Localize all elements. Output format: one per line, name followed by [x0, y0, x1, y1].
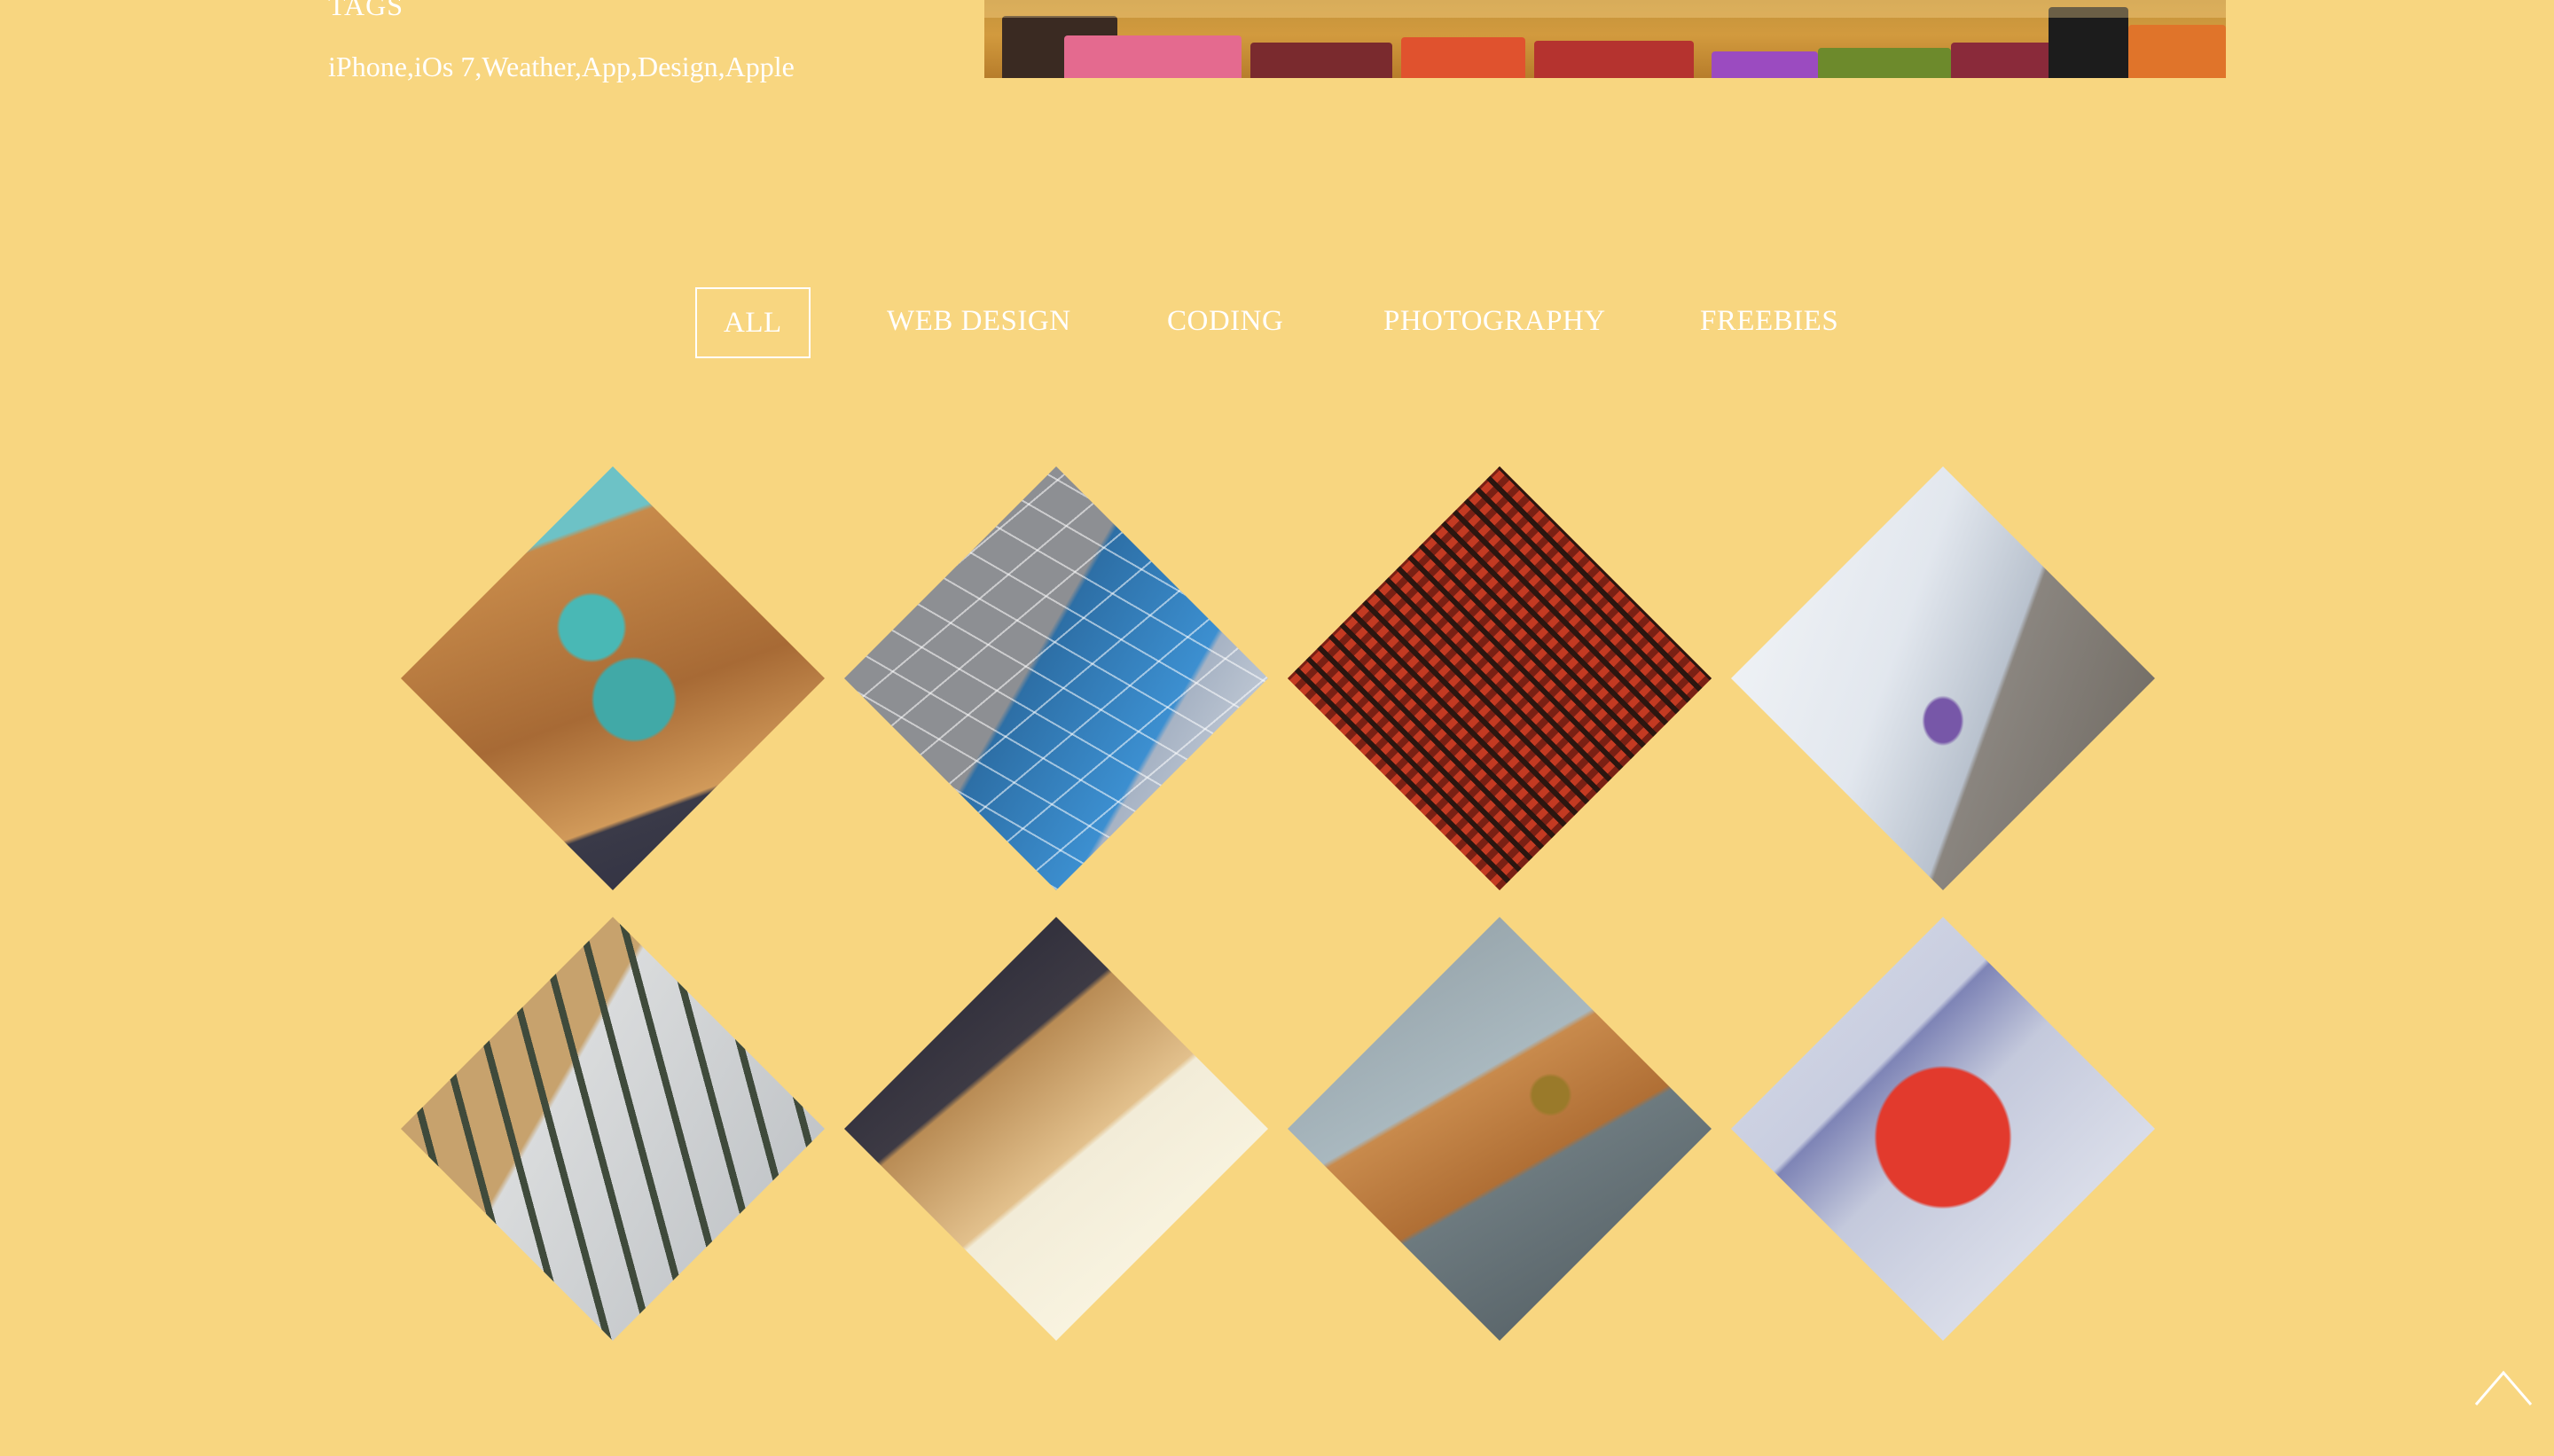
page: TAGS iPhone,iOs 7,Weather,App,Design,App… [0, 0, 2554, 1456]
gallery-item[interactable] [1731, 466, 2155, 890]
gallery-item[interactable] [844, 917, 1268, 1341]
gallery-item[interactable] [844, 466, 1268, 890]
gallery-item[interactable] [401, 917, 825, 1341]
portfolio-gallery [0, 0, 2554, 1456]
gallery-item[interactable] [1288, 466, 1712, 890]
gallery-item[interactable] [401, 466, 825, 890]
gallery-item[interactable] [1288, 917, 1712, 1341]
chevron-up-icon [2474, 1370, 2533, 1405]
gallery-item[interactable] [1731, 917, 2155, 1341]
back-to-top-button[interactable] [2474, 1366, 2533, 1408]
